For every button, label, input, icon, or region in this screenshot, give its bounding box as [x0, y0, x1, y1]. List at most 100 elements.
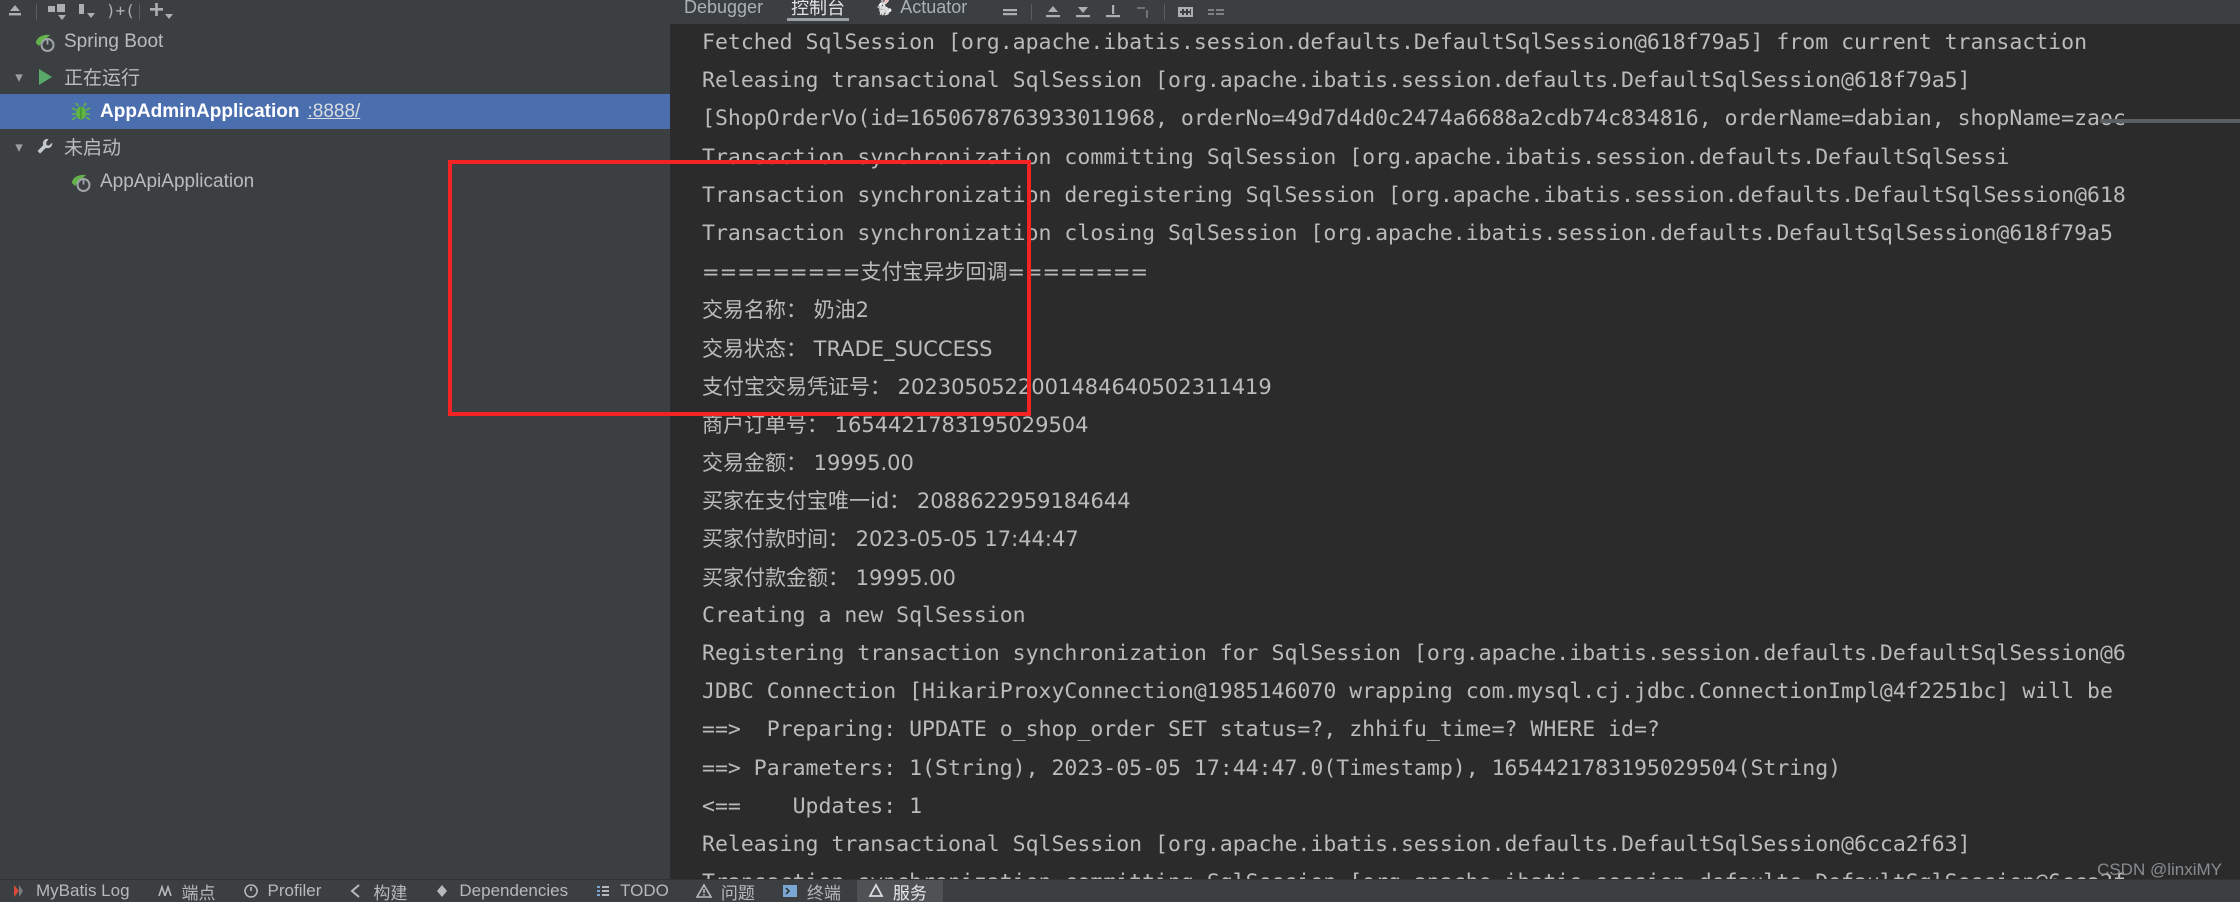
tree-item-appapiapplication-label: AppApiApplication: [100, 170, 255, 192]
console-log-line: 买家在支付宝唯一id： 2088622959184644: [702, 489, 1131, 514]
console-log-line: Registering transaction synchronization …: [702, 641, 2126, 666]
tree-item-appadminapplication-label: AppAdminApplication: [100, 100, 300, 122]
scroll-down-icon[interactable]: [1068, 0, 1098, 24]
console-log-line: 支付宝交易凭证号： 2023050522001484640502311419: [702, 374, 1272, 399]
add-dropdown-icon[interactable]: [146, 0, 176, 24]
toolbar-divider-2: [139, 4, 140, 20]
spring-boot-icon: [32, 29, 58, 55]
console-log-line: 交易状态： TRADE_SUCCESS: [702, 336, 993, 361]
console-log-line: 商户订单号： 1654421783195029504: [702, 412, 1089, 437]
console-log-line: Transaction synchronization committing S…: [670, 864, 2240, 880]
print-icon[interactable]: [1171, 0, 1201, 24]
rabbit-icon: 🐇: [873, 0, 895, 16]
console-log-line: Fetched SqlSession [org.apache.ibatis.se…: [702, 30, 2088, 55]
toolbar-divider-3: [1031, 4, 1033, 20]
console-log-line: =========支付宝异步回调========: [702, 260, 1149, 285]
scroll-up-icon[interactable]: [1038, 0, 1068, 24]
tab-debugger-label: Debugger: [684, 0, 764, 17]
tree-item-spring-boot[interactable]: ▾ Spring Boot: [0, 24, 670, 59]
tab-actuator[interactable]: 🐇 Actuator: [859, 0, 981, 19]
spring-boot-icon-2: [68, 169, 94, 195]
console-log-line: <== Updates: 1: [702, 793, 923, 819]
console-log-line: ==> Preparing: UPDATE o_shop_order SET s…: [702, 717, 1660, 743]
toolbar-divider-4: [1164, 4, 1166, 20]
console-scrollbar[interactable]: [2100, 119, 2240, 123]
tab-actuator-label: Actuator: [900, 0, 968, 17]
tool-window-tab-dependencies[interactable]: Dependencies: [423, 880, 584, 902]
chevron-down-icon[interactable]: ▾: [6, 68, 32, 86]
chevron-down-icon-2[interactable]: ▾: [6, 138, 32, 156]
toolbar-right-group: [995, 0, 1231, 24]
tab-debugger[interactable]: Debugger: [670, 0, 777, 19]
tree-item-appadminapplication[interactable]: ▾ AppAdminApplication :8888/: [0, 94, 670, 129]
console-output[interactable]: Fetched SqlSession [org.apache.ibatis.se…: [670, 24, 2240, 880]
tool-window-tab-endpoints[interactable]: 端点: [146, 880, 232, 902]
console-log-line: Releasing transactional SqlSession [org.…: [702, 831, 1971, 857]
filter-dropdown-icon[interactable]: [43, 0, 73, 24]
layout-dropdown-icon[interactable]: [73, 0, 103, 24]
tab-console-label: 控制台: [791, 0, 846, 18]
tree-item-not-started-label: 未启动: [64, 138, 122, 159]
tree-item-appapiapplication[interactable]: ▾ AppApiApplication: [0, 164, 670, 199]
mybatis-icon: [8, 882, 30, 900]
scroll-to-end-icon[interactable]: [1098, 0, 1128, 24]
tool-window-tab-mybatis[interactable]: MyBatis Log: [0, 880, 146, 902]
console-log-line: JDBC Connection [HikariProxyConnection@1…: [702, 679, 2113, 705]
console-log-list: Fetched SqlSession [org.apache.ibatis.se…: [670, 24, 2240, 880]
svg-text:)+(: )+(: [106, 1, 133, 20]
console-log-line: 交易名称： 奶油2: [702, 298, 870, 323]
tree-item-running[interactable]: ▾ 正在运行: [0, 59, 670, 94]
settings-dropdown-icon[interactable]: )+(: [103, 0, 133, 24]
debug-bug-icon: [68, 99, 94, 125]
tool-window-tab-label: MyBatis Log: [36, 881, 130, 900]
console-log-line: Creating a new SqlSession: [702, 602, 1026, 628]
services-icon: [865, 882, 887, 900]
console-log-line: Transaction synchronization committing S…: [702, 144, 2010, 170]
clear-all-icon[interactable]: [1128, 0, 1158, 24]
tool-window-tab-terminal[interactable]: 终端: [771, 880, 857, 902]
csdn-watermark: CSDN @linxiMY: [2097, 860, 2222, 879]
console-tab-row: Debugger 控制台 🐇 Actuator: [670, 0, 2240, 24]
dependencies-icon: [431, 882, 453, 900]
tool-window-tab-build[interactable]: 构建: [337, 880, 423, 902]
wrench-icon: [32, 134, 58, 160]
tool-window-tab-label: 端点: [181, 883, 216, 902]
build-icon: [345, 882, 367, 900]
tree-item-port-link[interactable]: :8888/: [307, 101, 360, 123]
tool-window-tab-label: 终端: [806, 883, 841, 902]
console-log-line: ==> Parameters: 1(String), 2023-05-05 17…: [702, 755, 1842, 781]
run-icon: [32, 64, 58, 90]
tool-window-tab-profiler[interactable]: Profiler: [232, 880, 338, 902]
console-log-line: 交易金额： 19995.00: [702, 451, 914, 476]
problems-icon: [693, 882, 715, 900]
profiler-icon: [240, 882, 262, 900]
tool-window-tab-label: Dependencies: [459, 881, 569, 900]
tool-window-tab-label: 服务: [892, 883, 927, 902]
console-log-line: [ShopOrderVo(id=1650678763933011968, ord…: [702, 106, 2126, 132]
console-log-line: 买家付款时间： 2023-05-05 17:44:47: [702, 527, 1079, 552]
todo-icon: [592, 882, 614, 900]
tool-window-tab-label: TODO: [620, 881, 669, 900]
tree-item-not-started[interactable]: ▾ 未启动: [0, 129, 670, 164]
console-log-line: 买家付款金额： 19995.00: [702, 565, 956, 590]
tab-console[interactable]: 控制台: [777, 0, 859, 21]
tool-window-tabs: MyBatis Log 端点 Profiler 构建 Dependencies TODO 问…: [0, 880, 943, 902]
tree-item-spring-boot-label: Spring Boot: [64, 30, 164, 52]
tool-window-tab-services[interactable]: 服务: [856, 880, 943, 902]
toolbar-left-group: )+(: [0, 0, 670, 24]
toolbar-divider: [36, 4, 37, 20]
rerun-icon[interactable]: [0, 0, 30, 24]
tool-window-tab-label: 问题: [720, 883, 755, 902]
soft-wrap-icon[interactable]: [995, 0, 1025, 24]
console-toolbar: )+( Debugger 控制台 🐇 Actuator: [0, 0, 2240, 25]
console-log-line: Transaction synchronization deregisterin…: [702, 182, 2126, 208]
services-tree: ▾ Spring Boot ▾ 正在运行 ▾ AppAdminAp: [0, 24, 670, 880]
tree-item-running-label: 正在运行: [64, 68, 141, 89]
tool-window-tab-problems[interactable]: 问题: [685, 880, 771, 902]
tool-window-bar: MyBatis Log 端点 Profiler 构建 Dependencies TODO 问…: [0, 879, 2240, 902]
terminal-icon: [779, 882, 801, 900]
list-icon[interactable]: [1201, 0, 1231, 24]
tool-window-tab-label: 构建: [373, 883, 408, 902]
tool-window-tab-todo[interactable]: TODO: [584, 880, 685, 902]
tool-window-tab-label: Profiler: [267, 881, 322, 900]
